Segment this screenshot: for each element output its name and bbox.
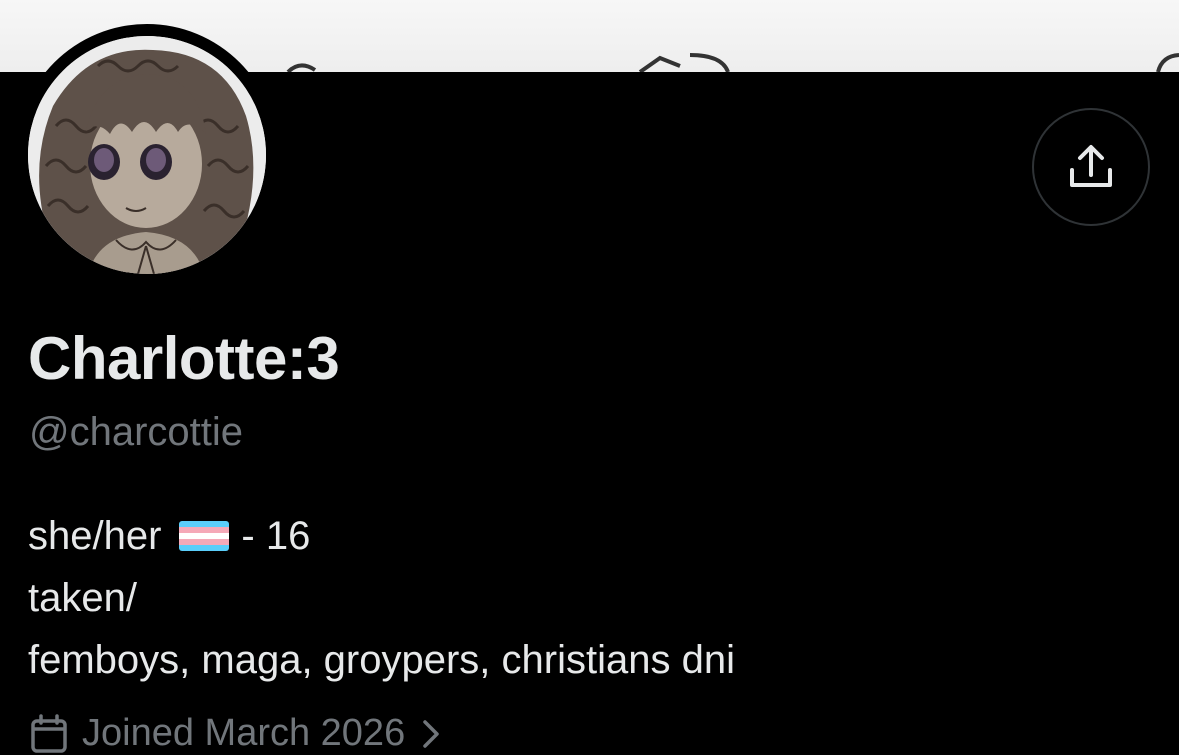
bio-line-dni: femboys, maga, groypers, christians dni xyxy=(28,638,735,682)
bio-line-status: taken/ xyxy=(28,576,137,620)
trans-flag-emoji-icon xyxy=(179,521,230,551)
chevron-right-icon xyxy=(423,719,439,748)
avatar-illustration xyxy=(28,36,266,274)
bio-pronouns: she/her xyxy=(28,514,162,558)
joined-date[interactable]: Joined March 2026 xyxy=(30,712,441,755)
profile-page: Charlotte:3 @charcottie she/her - 16 tak… xyxy=(0,0,1179,755)
profile-bio: she/her - 16 taken/ femboys, maga, groyp… xyxy=(28,505,735,691)
share-upload-icon xyxy=(1070,145,1112,187)
avatar[interactable] xyxy=(28,36,266,274)
calendar-icon xyxy=(31,713,67,753)
joined-date-label: Joined March 2026 xyxy=(82,712,406,754)
profile-handle: @charcottie xyxy=(29,410,244,454)
bio-line-pronouns: she/her - 16 xyxy=(28,505,735,567)
share-button[interactable] xyxy=(1032,108,1150,226)
display-name: Charlotte:3 xyxy=(28,325,340,392)
bio-age: - 16 xyxy=(241,514,311,558)
avatar-frame[interactable] xyxy=(16,24,278,286)
